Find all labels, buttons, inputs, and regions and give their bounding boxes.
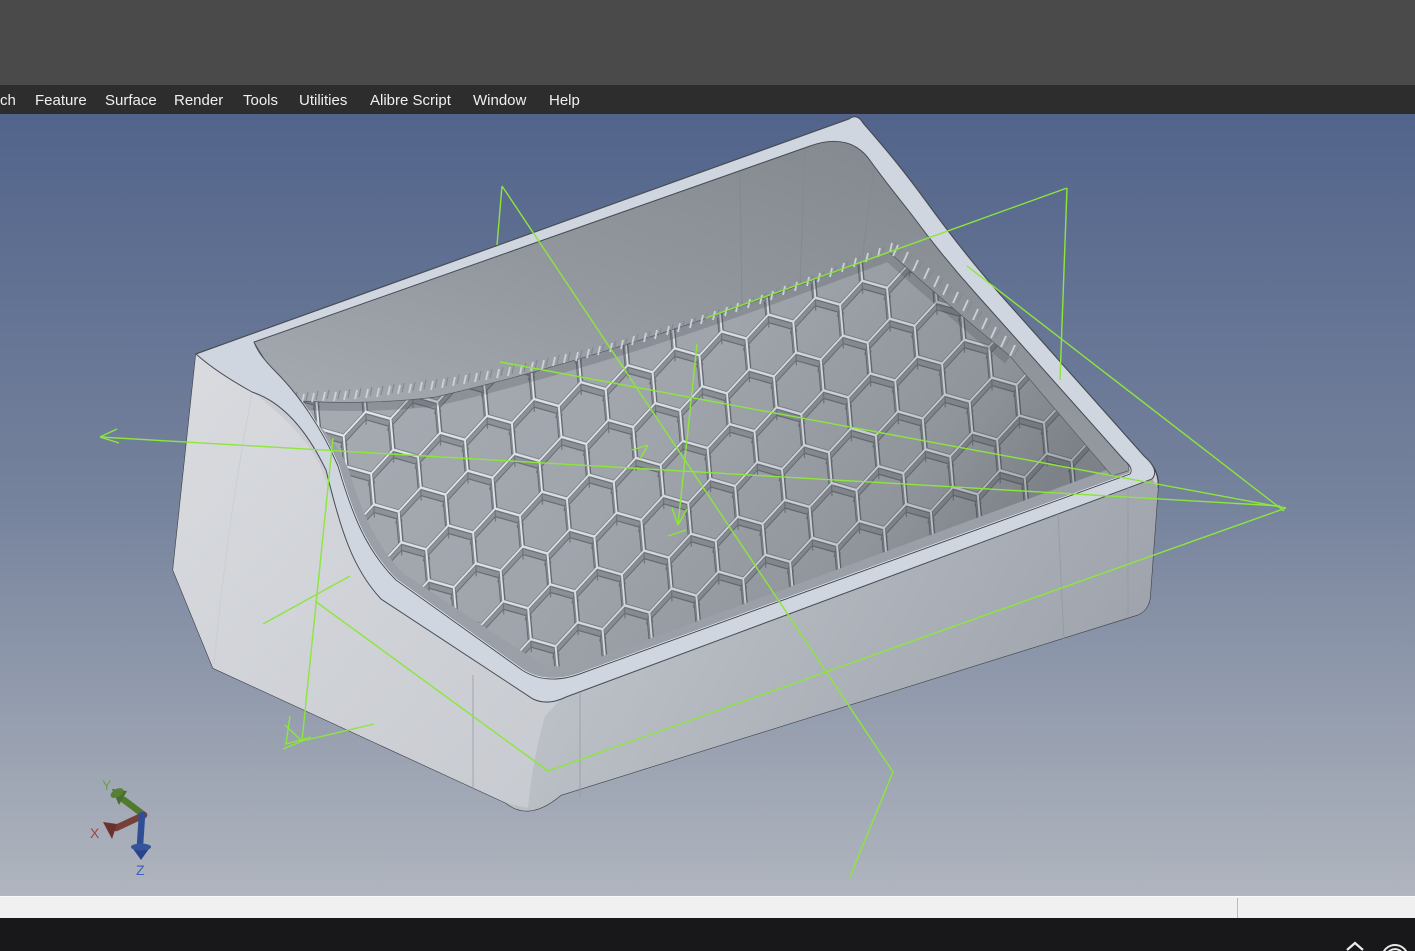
svg-text:Y: Y [102, 777, 112, 793]
svg-text:X: X [90, 825, 100, 841]
svg-text:Z: Z [136, 862, 145, 878]
